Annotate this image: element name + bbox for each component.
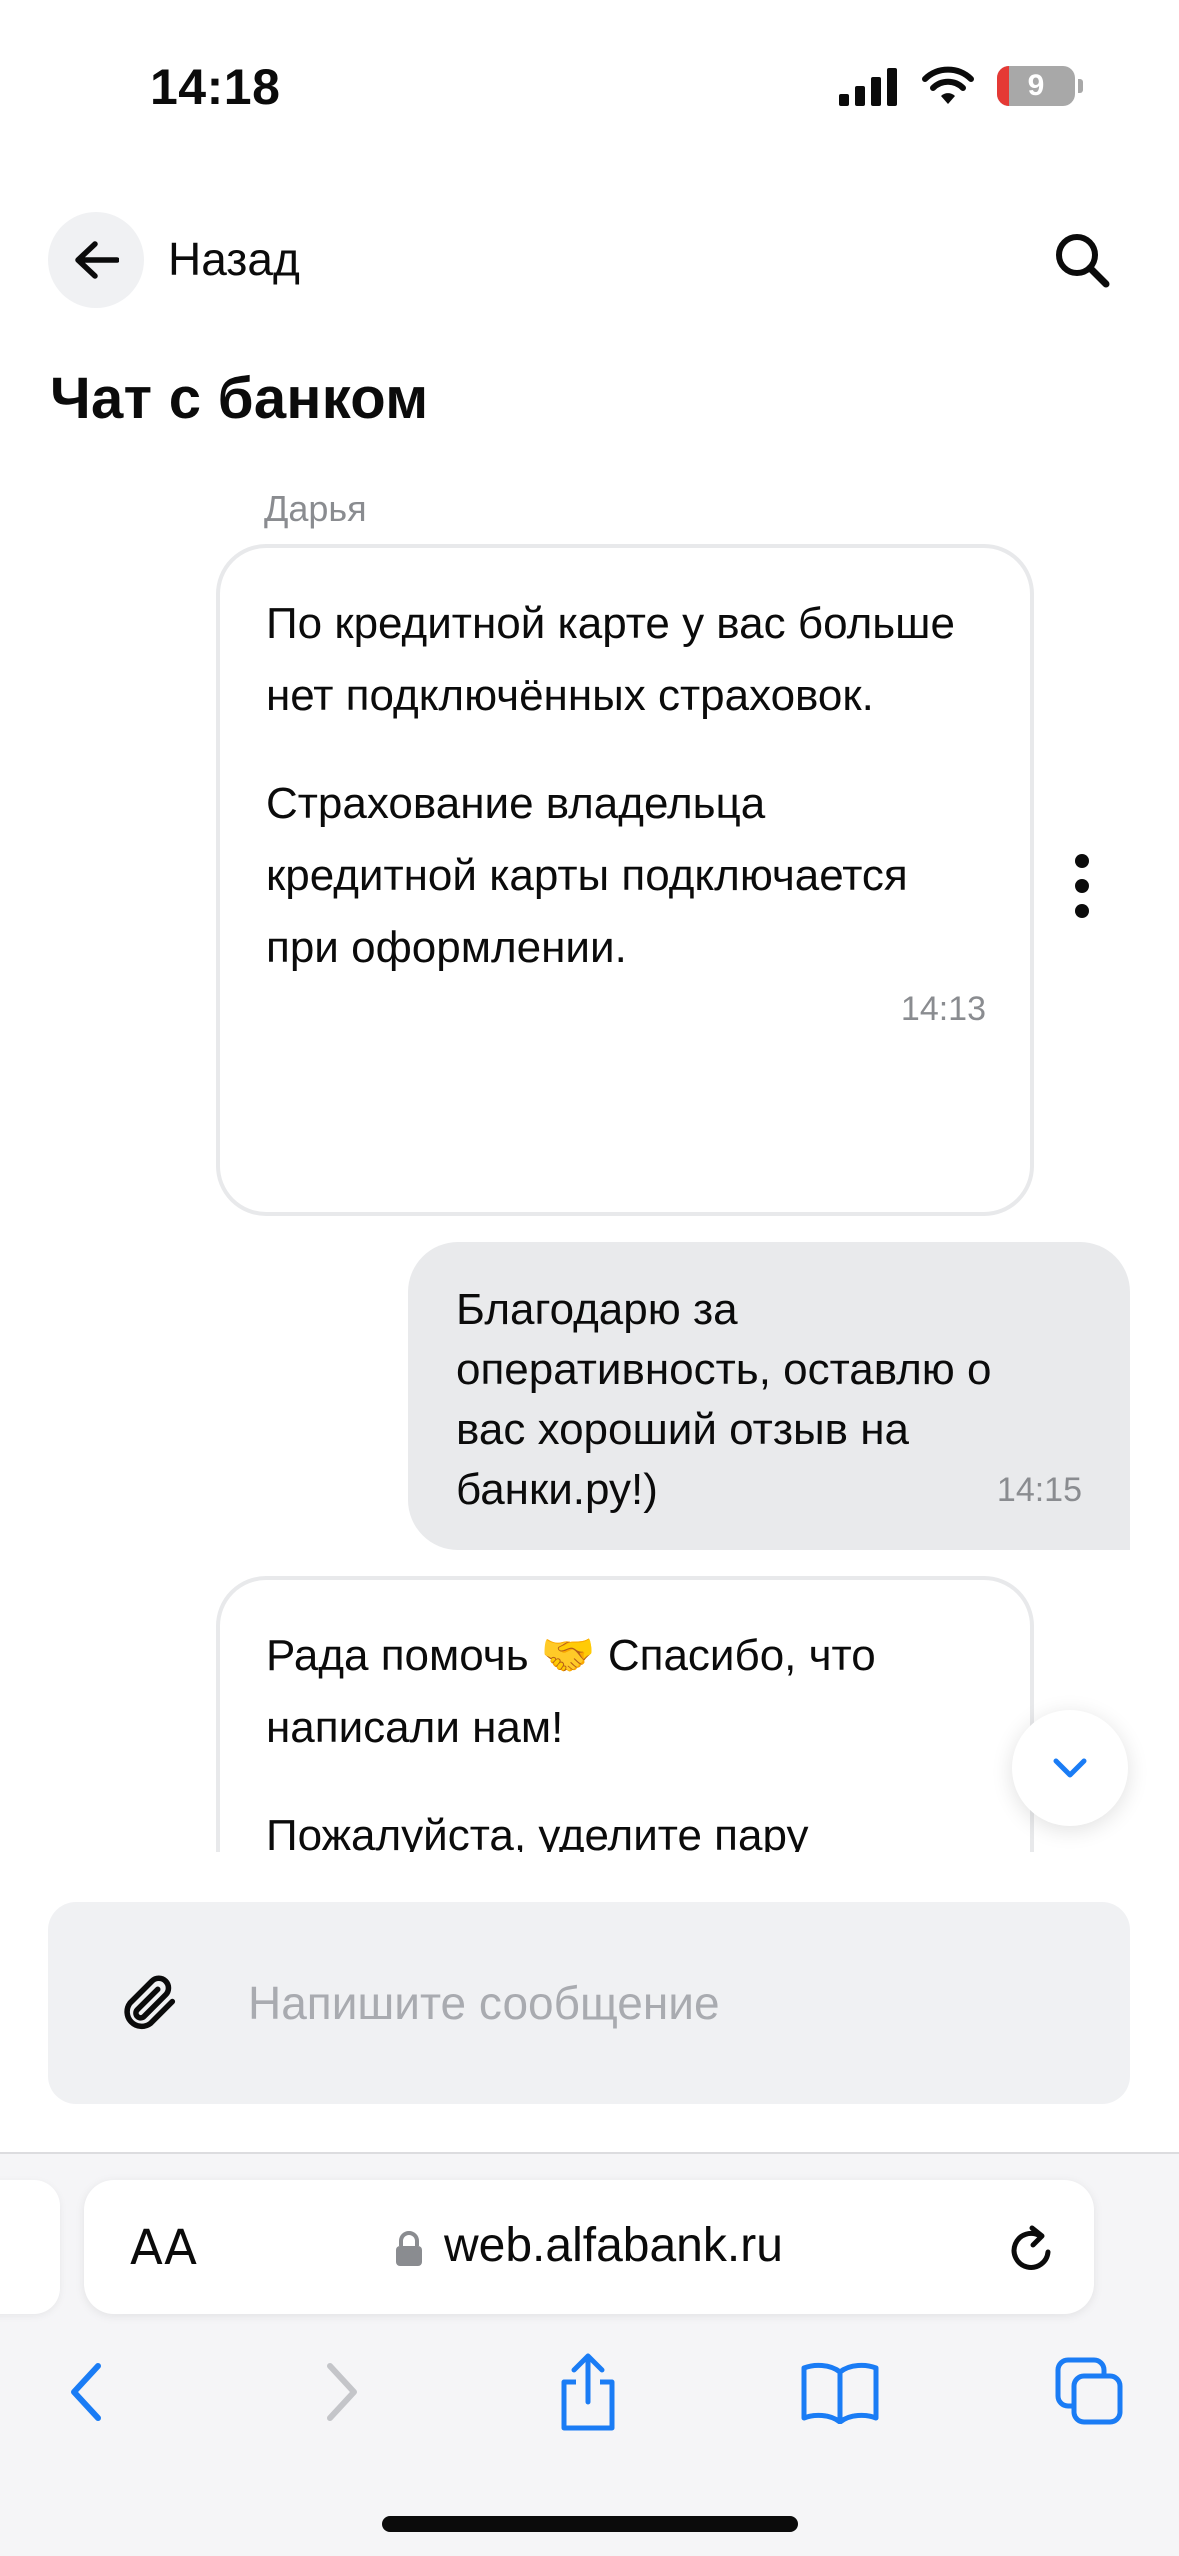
message-text: По кредитной карте у вас больше нет подк…	[266, 599, 955, 720]
chevron-down-icon	[1053, 1758, 1087, 1778]
page-title: Чат с банком	[50, 366, 429, 431]
bookmarks-button[interactable]	[790, 2342, 890, 2442]
message-text: Страхование владельца кредитной карты по…	[266, 779, 908, 972]
url-text[interactable]: web.alfabank.ru	[444, 2218, 783, 2273]
message-text: Рада помочь 🤝 Спасибо, что написали нам!	[266, 1631, 876, 1752]
home-indicator[interactable]	[382, 2516, 798, 2532]
share-button[interactable]	[538, 2342, 638, 2442]
bookmarks-icon	[801, 2362, 879, 2424]
wifi-icon	[922, 66, 974, 104]
status-icons: 9	[839, 62, 1083, 110]
back-button[interactable]	[48, 212, 144, 308]
message-time: 14:13	[900, 990, 986, 1028]
share-icon	[561, 2353, 615, 2431]
message-text: Пожалуйста, уделите пару	[266, 1811, 809, 1852]
status-time: 14:18	[150, 59, 281, 115]
more-options-button[interactable]	[1062, 846, 1102, 926]
message-input[interactable]	[248, 1976, 1048, 2030]
nav-forward-button[interactable]	[292, 2342, 392, 2442]
reload-icon[interactable]	[1002, 2220, 1062, 2280]
browser-nav-bar	[0, 2342, 1179, 2452]
back-arrow-icon	[75, 241, 119, 279]
tabs-icon	[1055, 2357, 1123, 2425]
incoming-message[interactable]: Рада помочь 🤝 Спасибо, что написали нам!…	[216, 1576, 1034, 1852]
scroll-to-bottom-button[interactable]	[1012, 1710, 1128, 1826]
outgoing-message[interactable]: Благодарю за оперативность, оставлю о ва…	[408, 1242, 1130, 1550]
address-bar[interactable]: AA web.alfabank.ru	[84, 2180, 1094, 2314]
battery-tip	[1078, 79, 1083, 93]
nav-back-icon	[71, 2363, 101, 2421]
text-size-button[interactable]: AA	[130, 2220, 197, 2276]
cellular-signal-icon	[839, 68, 897, 106]
attach-button[interactable]	[94, 1948, 204, 2058]
nav-forward-icon	[327, 2363, 357, 2421]
previous-tab-edge[interactable]	[0, 2180, 60, 2314]
message-composer	[48, 1902, 1130, 2104]
more-vertical-icon	[1075, 854, 1089, 868]
browser-toolbar: AA web.alfabank.ru	[0, 2152, 1179, 2556]
incoming-message[interactable]: По кредитной карте у вас больше нет подк…	[216, 544, 1034, 1216]
lock-icon	[396, 2231, 422, 2266]
nav-back-button[interactable]	[36, 2342, 136, 2442]
battery-level: 9	[1027, 69, 1045, 102]
battery-icon: 9	[997, 66, 1075, 106]
chat-messages[interactable]: Дарья По кредитной карте у вас больше не…	[0, 470, 1179, 1852]
back-label[interactable]: Назад	[168, 232, 300, 286]
message-time: 14:15	[996, 1471, 1082, 1509]
message-text: Благодарю за оперативность, оставлю о ва…	[456, 1285, 992, 1514]
sender-name: Дарья	[264, 488, 367, 529]
paperclip-icon	[124, 1975, 176, 2030]
tabs-button[interactable]	[1040, 2342, 1140, 2442]
search-button[interactable]	[1050, 228, 1114, 292]
search-icon	[1056, 234, 1110, 288]
